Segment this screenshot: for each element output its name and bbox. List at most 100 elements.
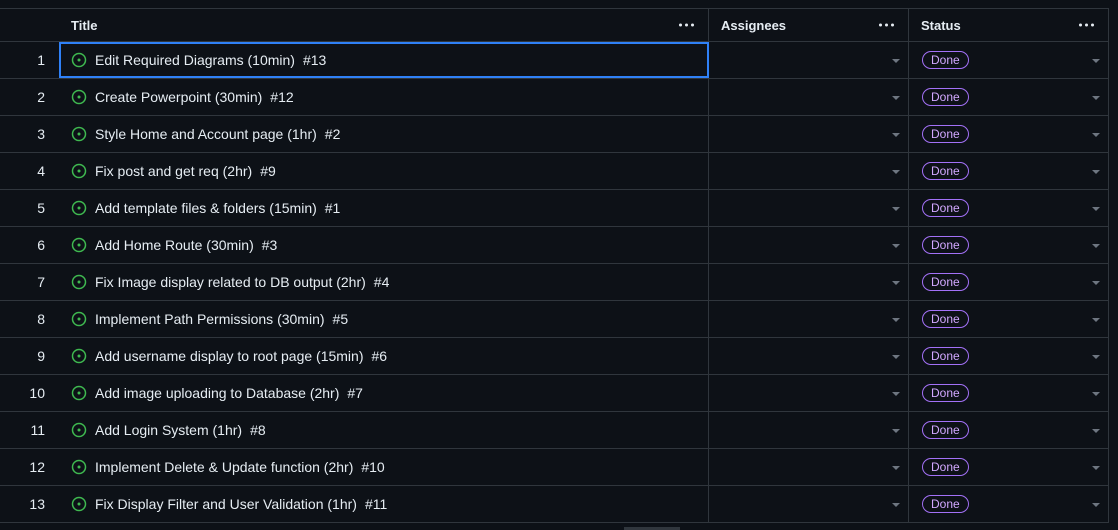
assignees-cell[interactable]	[709, 449, 909, 485]
caret-down-icon[interactable]	[892, 392, 900, 396]
table-row[interactable]: 8 Implement Path Permissions (30min) #5 Don…	[0, 301, 1108, 338]
title-cell[interactable]: Style Home and Account page (1hr) #2	[59, 116, 709, 152]
title-cell[interactable]: Implement Delete & Update function (2hr)…	[59, 449, 709, 485]
status-cell[interactable]: Done	[909, 79, 1108, 115]
issue-title-link[interactable]: Style Home and Account page (1hr) #2	[71, 126, 340, 142]
table-row[interactable]: 9 Add username display to root page (15mi…	[0, 338, 1108, 375]
assignees-cell[interactable]	[709, 264, 909, 300]
issue-title-link[interactable]: Edit Required Diagrams (10min) #13	[71, 52, 326, 68]
issue-number: #12	[270, 89, 294, 105]
issue-title-link[interactable]: Fix post and get req (2hr) #9	[71, 163, 276, 179]
issue-number: #1	[324, 200, 341, 216]
column-header-status[interactable]: Status	[909, 9, 1108, 41]
caret-down-icon[interactable]	[1092, 392, 1100, 396]
issue-title-link[interactable]: Create Powerpoint (30min) #12	[71, 89, 294, 105]
status-cell[interactable]: Done	[909, 449, 1108, 485]
caret-down-icon[interactable]	[1092, 355, 1100, 359]
status-column-menu-icon[interactable]	[1079, 23, 1094, 27]
assignees-cell[interactable]	[709, 338, 909, 374]
title-cell[interactable]: Add image uploading to Database (2hr) #7	[59, 375, 709, 411]
table-row[interactable]: 12 Implement Delete & Update function (2h…	[0, 449, 1108, 486]
status-cell[interactable]: Done	[909, 375, 1108, 411]
issue-title: Fix Display Filter and User Validation (…	[95, 496, 357, 512]
caret-down-icon[interactable]	[1092, 466, 1100, 470]
caret-down-icon[interactable]	[1092, 318, 1100, 322]
title-cell[interactable]: Edit Required Diagrams (10min) #13	[59, 42, 709, 78]
column-header-title[interactable]: Title	[59, 9, 709, 41]
issue-title-link[interactable]: Fix Display Filter and User Validation (…	[71, 496, 387, 512]
title-column-menu-icon[interactable]	[679, 23, 694, 27]
issue-title-link[interactable]: Add template files & folders (15min) #1	[71, 200, 340, 216]
issue-title-link[interactable]: Add Login System (1hr) #8	[71, 422, 266, 438]
title-cell[interactable]: Fix post and get req (2hr) #9	[59, 153, 709, 189]
status-cell[interactable]: Done	[909, 116, 1108, 152]
caret-down-icon[interactable]	[892, 170, 900, 174]
assignees-cell[interactable]	[709, 412, 909, 448]
caret-down-icon[interactable]	[892, 466, 900, 470]
status-cell[interactable]: Done	[909, 264, 1108, 300]
issue-title-link[interactable]: Add Home Route (30min) #3	[71, 237, 277, 253]
assignees-cell[interactable]	[709, 486, 909, 522]
table-row[interactable]: 1 Edit Required Diagrams (10min) #13 Done	[0, 42, 1108, 79]
assignees-cell[interactable]	[709, 375, 909, 411]
caret-down-icon[interactable]	[892, 429, 900, 433]
table-row[interactable]: 5 Add template files & folders (15min) #1 D…	[0, 190, 1108, 227]
title-cell[interactable]: Fix Image display related to DB output (…	[59, 264, 709, 300]
status-cell[interactable]: Done	[909, 153, 1108, 189]
issue-title-link[interactable]: Implement Delete & Update function (2hr)…	[71, 459, 385, 475]
table-row[interactable]: 6 Add Home Route (30min) #3 Done	[0, 227, 1108, 264]
status-cell[interactable]: Done	[909, 486, 1108, 522]
title-cell[interactable]: Create Powerpoint (30min) #12	[59, 79, 709, 115]
table-row[interactable]: 4 Fix post and get req (2hr) #9 Done	[0, 153, 1108, 190]
caret-down-icon[interactable]	[892, 318, 900, 322]
assignees-cell[interactable]	[709, 79, 909, 115]
assignees-column-menu-icon[interactable]	[879, 23, 894, 27]
table-row[interactable]: 2 Create Powerpoint (30min) #12 Done	[0, 79, 1108, 116]
caret-down-icon[interactable]	[1092, 503, 1100, 507]
caret-down-icon[interactable]	[892, 96, 900, 100]
table-row[interactable]: 3 Style Home and Account page (1hr) #2 Done	[0, 116, 1108, 153]
status-cell[interactable]: Done	[909, 301, 1108, 337]
caret-down-icon[interactable]	[892, 59, 900, 63]
title-cell[interactable]: Add template files & folders (15min) #1	[59, 190, 709, 226]
caret-down-icon[interactable]	[892, 244, 900, 248]
table-row[interactable]: 10 Add image uploading to Database (2hr) #…	[0, 375, 1108, 412]
caret-down-icon[interactable]	[892, 133, 900, 137]
assignees-cell[interactable]	[709, 190, 909, 226]
title-cell[interactable]: Fix Display Filter and User Validation (…	[59, 486, 709, 522]
table-row[interactable]: 11 Add Login System (1hr) #8 Done	[0, 412, 1108, 449]
caret-down-icon[interactable]	[1092, 244, 1100, 248]
caret-down-icon[interactable]	[892, 503, 900, 507]
caret-down-icon[interactable]	[892, 207, 900, 211]
assignees-cell[interactable]	[709, 116, 909, 152]
title-cell[interactable]: Implement Path Permissions (30min) #5	[59, 301, 709, 337]
status-cell[interactable]: Done	[909, 338, 1108, 374]
table-row[interactable]: 7 Fix Image display related to DB output …	[0, 264, 1108, 301]
issue-title-link[interactable]: Add username display to root page (15min…	[71, 348, 387, 364]
title-cell[interactable]: Add username display to root page (15min…	[59, 338, 709, 374]
assignees-cell[interactable]	[709, 42, 909, 78]
status-cell[interactable]: Done	[909, 190, 1108, 226]
caret-down-icon[interactable]	[1092, 170, 1100, 174]
caret-down-icon[interactable]	[1092, 133, 1100, 137]
caret-down-icon[interactable]	[1092, 429, 1100, 433]
column-header-assignees[interactable]: Assignees	[709, 9, 909, 41]
caret-down-icon[interactable]	[1092, 96, 1100, 100]
status-cell[interactable]: Done	[909, 412, 1108, 448]
assignees-cell[interactable]	[709, 227, 909, 263]
caret-down-icon[interactable]	[1092, 59, 1100, 63]
assignees-cell[interactable]	[709, 153, 909, 189]
issue-title-link[interactable]: Implement Path Permissions (30min) #5	[71, 311, 348, 327]
assignees-cell[interactable]	[709, 301, 909, 337]
status-cell[interactable]: Done	[909, 227, 1108, 263]
status-cell[interactable]: Done	[909, 42, 1108, 78]
title-cell[interactable]: Add Home Route (30min) #3	[59, 227, 709, 263]
issue-title-link[interactable]: Add image uploading to Database (2hr) #7	[71, 385, 363, 401]
issue-title-link[interactable]: Fix Image display related to DB output (…	[71, 274, 389, 290]
table-row[interactable]: 13 Fix Display Filter and User Validation…	[0, 486, 1108, 523]
caret-down-icon[interactable]	[1092, 281, 1100, 285]
title-cell[interactable]: Add Login System (1hr) #8	[59, 412, 709, 448]
caret-down-icon[interactable]	[892, 355, 900, 359]
caret-down-icon[interactable]	[1092, 207, 1100, 211]
caret-down-icon[interactable]	[892, 281, 900, 285]
